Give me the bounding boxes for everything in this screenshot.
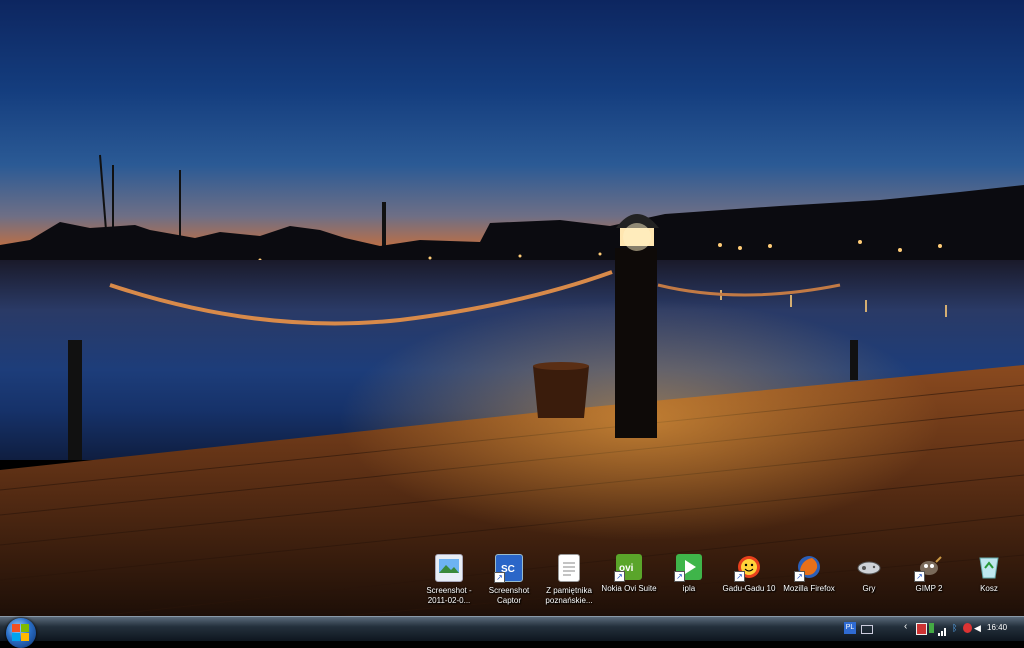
firefox-icon: ↗ [794,554,822,582]
antivirus-icon[interactable] [963,623,972,633]
desktop-icon-label: GIMP 2 [915,584,943,593]
desktop-icon-label: Z pamiętnika poznańskie... [545,586,593,605]
volume-icon[interactable]: ◀ [974,623,983,633]
gadu-gadu-sun-icon: ↗ [734,554,762,582]
ovi-icon: ovi ↗ [614,554,642,582]
desktop-icon-document[interactable]: Z pamiętnika poznańskie... [538,554,600,606]
desktop-icon-label: Screenshot - 2011-02-0... [426,586,472,605]
desktop-icon-label: ipla [682,584,696,593]
gimp-icon: ↗ [914,554,942,582]
desktop-icon-screenshot-captor[interactable]: SC ↗ Screenshot Captor [478,554,540,606]
desktop-icon-label: Nokia Ovi Suite [601,584,657,593]
battery-icon[interactable] [929,623,934,633]
language-indicator[interactable]: PL [844,622,856,634]
desktop-icon-gimp[interactable]: ↗ GIMP 2 [898,554,960,594]
bluetooth-icon[interactable]: ᛒ [952,623,961,633]
games-controller-icon [856,554,882,580]
ipla-play-icon: ↗ [674,554,702,582]
desktop-icon-gadu-gadu[interactable]: ↗ Gadu-Gadu 10 [718,554,780,594]
tray-app-icon[interactable] [916,623,927,635]
desktop-icon-label: Kosz [980,584,998,593]
desktop-icon-nokia-ovi[interactable]: ovi ↗ Nokia Ovi Suite [598,554,660,594]
desktop-wallpaper [0,0,1024,640]
desktop-icon-ipla[interactable]: ↗ ipla [658,554,720,594]
desktop-icon-label: Gry [862,584,876,593]
taskbar: PL ‹ ᛒ ◀ 16:40 [0,616,1024,648]
desktop-icon-firefox[interactable]: ↗ Mozilla Firefox [778,554,840,594]
show-hidden-icons-icon[interactable]: ‹ [904,621,907,632]
document-icon [558,554,580,582]
signal-strength-icon[interactable] [938,623,947,636]
keyboard-icon[interactable] [861,625,873,634]
desktop-icon-recycle-bin[interactable]: Kosz [958,554,1020,594]
wallpaper-foreground [0,214,1024,621]
windows-logo-icon [12,624,29,641]
desktop-icon-label: Gadu-Gadu 10 [722,584,776,593]
clock[interactable]: 16:40 [987,623,1007,632]
screenshot-captor-icon: SC ↗ [494,554,523,583]
desktop-icon-screenshot-file[interactable]: Screenshot - 2011-02-0... [418,554,480,606]
desktop-icon-gry[interactable]: Gry [838,554,900,594]
desktop-icon-label: Mozilla Firefox [783,584,835,593]
image-file-icon [435,554,463,582]
recycle-bin-icon [976,554,1002,580]
desktop-icons: Screenshot - 2011-02-0... SC ↗ Screensho… [418,554,1024,614]
start-button[interactable] [6,618,36,648]
desktop-icon-label: Screenshot Captor [488,586,530,605]
